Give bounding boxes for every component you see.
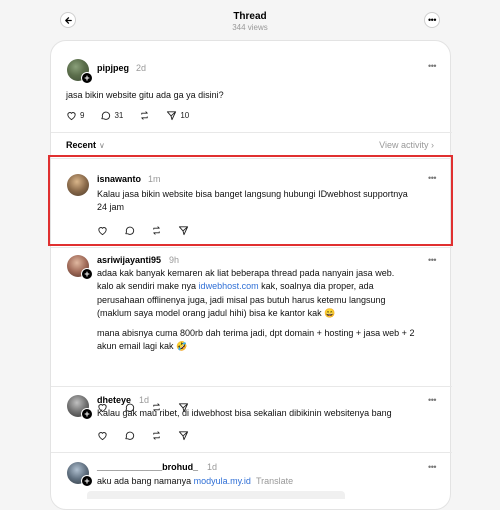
- post-time: 2d: [136, 63, 147, 73]
- share-button[interactable]: [178, 430, 189, 441]
- avatar[interactable]: [67, 59, 93, 84]
- like-button[interactable]: 9: [66, 110, 84, 121]
- highlight-box: [48, 155, 453, 246]
- username[interactable]: dheteye: [97, 395, 131, 405]
- reply-text: Kalau gak mau ribet, di idwebhost bisa s…: [97, 408, 392, 418]
- website-link[interactable]: idwebhost.com: [199, 281, 259, 291]
- text-segment: aku ada bang namanya: [97, 476, 194, 486]
- sort-label: Recent: [66, 140, 97, 150]
- post-text: jasa bikin website gitu ada ga ya disini…: [66, 90, 224, 100]
- reply-actions: [97, 430, 205, 441]
- divider: [51, 386, 452, 387]
- reply-text: adaa kak banyak kemaren ak liat beberapa…: [97, 267, 414, 354]
- reply-button[interactable]: [124, 430, 135, 441]
- divider: [51, 452, 452, 453]
- bottom-bar: [87, 491, 345, 499]
- avatar[interactable]: [67, 395, 93, 420]
- comment-icon: [125, 431, 135, 440]
- translate-link[interactable]: Translate: [256, 476, 293, 486]
- comment-icon: [101, 111, 111, 120]
- username[interactable]: asriwijayanti95: [97, 255, 161, 265]
- text-line: mana abisnya cuma 800rb dah terima jadi,…: [97, 328, 415, 339]
- avatar[interactable]: [67, 462, 93, 487]
- like-count: 9: [80, 111, 85, 120]
- text-segment: kalo ak sendiri make nya: [97, 281, 199, 292]
- text-line: kalo ak sendiri make nya idwebhost.com k…: [97, 280, 414, 293]
- username[interactable]: pipjpeg: [97, 63, 129, 73]
- share-count: 10: [180, 111, 190, 120]
- heart-icon: [67, 112, 76, 121]
- text-line: (maklum saya model orang jadul hihi) bis…: [97, 307, 336, 318]
- thread-panel: pipjpeg 2d ••• jasa bikin website gitu a…: [50, 40, 452, 510]
- reply-text: aku ada bang namanya modyula.my.id Transl…: [97, 475, 293, 488]
- view-activity-link[interactable]: View activity ›: [379, 140, 434, 150]
- chevron-right-icon: ›: [431, 140, 434, 150]
- sort-dropdown[interactable]: Recent ∨: [66, 140, 105, 150]
- website-link[interactable]: modyula.my.id: [194, 476, 251, 486]
- post-time: 1d: [139, 395, 150, 405]
- top-bar: Thread 344 views •••: [0, 0, 500, 40]
- post-time: 9h: [169, 255, 180, 265]
- repost-button[interactable]: [139, 110, 150, 121]
- post-actions: 9 31 10: [66, 110, 205, 121]
- repost-icon: [153, 431, 160, 440]
- divider: [51, 132, 452, 133]
- post-more-icon[interactable]: •••: [428, 462, 436, 472]
- reply-count: 31: [114, 111, 124, 120]
- send-icon: [178, 431, 189, 441]
- post-more-icon[interactable]: •••: [428, 395, 436, 405]
- more-icon: •••: [428, 14, 436, 25]
- repost-button[interactable]: [151, 430, 162, 441]
- post-more-icon[interactable]: •••: [428, 255, 436, 265]
- username[interactable]: _____________brohud_: [97, 462, 198, 472]
- view-activity-label: View activity: [379, 140, 429, 150]
- text-segment: kak, soalnya dia proper, ada: [258, 281, 374, 292]
- reply-button[interactable]: 31: [100, 110, 123, 121]
- chevron-down-icon: ∨: [99, 141, 105, 150]
- divider: [51, 247, 452, 248]
- text-line: perusahaan offlinenya juga, jadi misal p…: [97, 294, 386, 305]
- text-line: adaa kak banyak kemaren ak liat beberapa…: [97, 268, 395, 278]
- repost-icon: [141, 111, 149, 120]
- avatar[interactable]: [67, 255, 93, 280]
- heart-icon: [98, 432, 107, 441]
- text-line: akun email lagi kak 🤣: [97, 341, 188, 352]
- post-more-icon[interactable]: •••: [428, 61, 436, 71]
- share-button[interactable]: 10: [166, 110, 189, 121]
- more-options-button[interactable]: •••: [424, 12, 440, 28]
- send-icon: [167, 111, 177, 121]
- post-time: 1d: [207, 462, 218, 472]
- like-button[interactable]: [97, 430, 108, 441]
